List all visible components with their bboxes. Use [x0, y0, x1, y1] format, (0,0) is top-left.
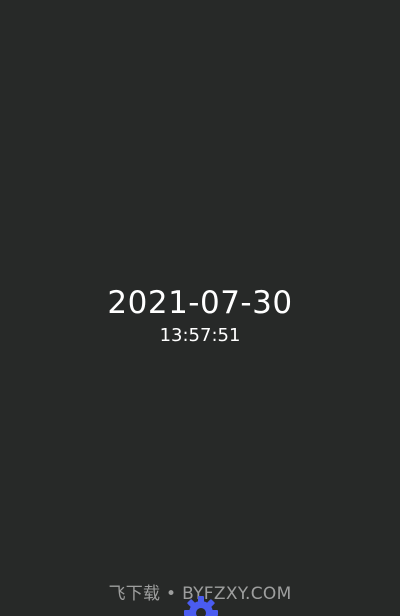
clock-display: 2021-07-30 13:57:51 — [0, 283, 400, 348]
gear-icon[interactable] — [182, 594, 220, 616]
time-text: 13:57:51 — [159, 325, 241, 346]
gear-icon-graphic — [184, 596, 218, 616]
clock-screen: 2021-07-30 13:57:51 飞下载 • BYFZXY.COM — [0, 0, 400, 616]
date-text: 2021-07-30 — [107, 285, 293, 321]
